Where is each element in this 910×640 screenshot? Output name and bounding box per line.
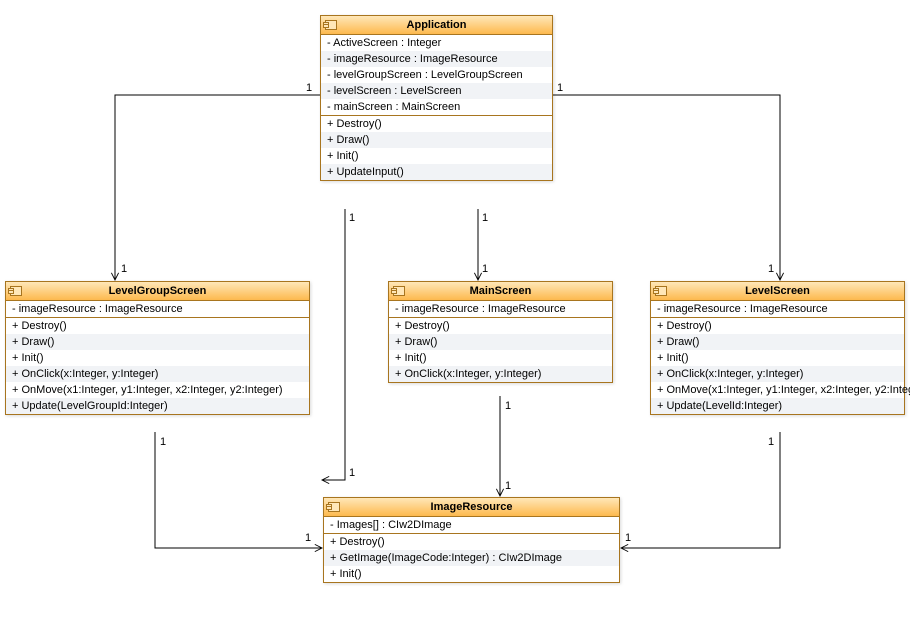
op-row: + Destroy() <box>389 318 612 334</box>
class-icon <box>393 286 405 296</box>
class-imageresource-attrs: - Images[] : CIw2DImage <box>324 517 619 534</box>
op-row: + Destroy() <box>321 116 552 132</box>
op-row: + Update(LevelGroupId:Integer) <box>6 398 309 414</box>
op-row: + OnClick(x:Integer, y:Integer) <box>6 366 309 382</box>
class-application-header: Application <box>321 16 552 35</box>
op-row: + Init() <box>321 148 552 164</box>
class-levelgroupscreen-header: LevelGroupScreen <box>6 282 309 301</box>
class-name: ImageResource <box>431 501 513 513</box>
class-application[interactable]: Application - ActiveScreen : Integer - i… <box>320 15 553 181</box>
mult-ls-ir-dst: 1 <box>625 532 631 544</box>
op-row: + OnClick(x:Integer, y:Integer) <box>651 366 904 382</box>
op-row: + Init() <box>651 350 904 366</box>
class-name: MainScreen <box>470 285 532 297</box>
class-icon <box>328 502 340 512</box>
op-row: + Destroy() <box>651 318 904 334</box>
op-row: + Destroy() <box>6 318 309 334</box>
attr-row: - mainScreen : MainScreen <box>321 99 552 115</box>
attr-row: - imageResource : ImageResource <box>389 301 612 317</box>
mult-app-ms-dst: 1 <box>482 263 488 275</box>
class-levelgroupscreen-ops: + Destroy() + Draw() + Init() + OnClick(… <box>6 318 309 414</box>
op-row: + Init() <box>324 566 619 582</box>
class-application-attrs: - ActiveScreen : Integer - imageResource… <box>321 35 552 116</box>
class-name: Application <box>407 19 467 31</box>
class-mainscreen-header: MainScreen <box>389 282 612 301</box>
class-levelgroupscreen[interactable]: LevelGroupScreen - imageResource : Image… <box>5 281 310 415</box>
mult-app-ls-src: 1 <box>557 82 563 94</box>
class-name: LevelGroupScreen <box>109 285 207 297</box>
mult-app-ls-dst: 1 <box>768 263 774 275</box>
mult-app-ir-dst: 1 <box>349 467 355 479</box>
op-row: + OnMove(x1:Integer, y1:Integer, x2:Inte… <box>6 382 309 398</box>
class-levelscreen[interactable]: LevelScreen - imageResource : ImageResou… <box>650 281 905 415</box>
class-imageresource-header: ImageResource <box>324 498 619 517</box>
class-levelscreen-header: LevelScreen <box>651 282 904 301</box>
class-mainscreen-attrs: - imageResource : ImageResource <box>389 301 612 318</box>
attr-row: - levelScreen : LevelScreen <box>321 83 552 99</box>
op-row: + Draw() <box>651 334 904 350</box>
mult-app-lgs-dst: 1 <box>121 263 127 275</box>
mult-ms-ir-src: 1 <box>505 400 511 412</box>
class-levelgroupscreen-attrs: - imageResource : ImageResource <box>6 301 309 318</box>
op-row: + Draw() <box>389 334 612 350</box>
class-mainscreen-ops: + Destroy() + Draw() + Init() + OnClick(… <box>389 318 612 382</box>
op-row: + Init() <box>389 350 612 366</box>
mult-ls-ir-src: 1 <box>768 436 774 448</box>
op-row: + Draw() <box>6 334 309 350</box>
attr-row: - imageResource : ImageResource <box>651 301 904 317</box>
op-row: + OnMove(x1:Integer, y1:Integer, x2:Inte… <box>651 382 904 398</box>
op-row: + UpdateInput() <box>321 164 552 180</box>
op-row: + Init() <box>6 350 309 366</box>
class-icon <box>10 286 22 296</box>
mult-app-ms-src: 1 <box>482 212 488 224</box>
attr-row: - imageResource : ImageResource <box>6 301 309 317</box>
mult-app-lgs-src: 1 <box>306 82 312 94</box>
op-row: + GetImage(ImageCode:Integer) : CIw2DIma… <box>324 550 619 566</box>
class-levelscreen-ops: + Destroy() + Draw() + Init() + OnClick(… <box>651 318 904 414</box>
attr-row: - imageResource : ImageResource <box>321 51 552 67</box>
class-icon <box>655 286 667 296</box>
op-row: + Update(LevelId:Integer) <box>651 398 904 414</box>
class-levelscreen-attrs: - imageResource : ImageResource <box>651 301 904 318</box>
op-row: + Destroy() <box>324 534 619 550</box>
mult-app-ir-src: 1 <box>349 212 355 224</box>
class-application-ops: + Destroy() + Draw() + Init() + UpdateIn… <box>321 116 552 180</box>
mult-lgs-ir-src: 1 <box>160 436 166 448</box>
class-name: LevelScreen <box>745 285 810 297</box>
mult-ms-ir-dst: 1 <box>505 480 511 492</box>
class-imageresource[interactable]: ImageResource - Images[] : CIw2DImage + … <box>323 497 620 583</box>
class-mainscreen[interactable]: MainScreen - imageResource : ImageResour… <box>388 281 613 383</box>
class-icon <box>325 20 337 30</box>
class-imageresource-ops: + Destroy() + GetImage(ImageCode:Integer… <box>324 534 619 582</box>
op-row: + OnClick(x:Integer, y:Integer) <box>389 366 612 382</box>
mult-lgs-ir-dst: 1 <box>305 532 311 544</box>
op-row: + Draw() <box>321 132 552 148</box>
attr-row: - levelGroupScreen : LevelGroupScreen <box>321 67 552 83</box>
attr-row: - Images[] : CIw2DImage <box>324 517 619 533</box>
attr-row: - ActiveScreen : Integer <box>321 35 552 51</box>
